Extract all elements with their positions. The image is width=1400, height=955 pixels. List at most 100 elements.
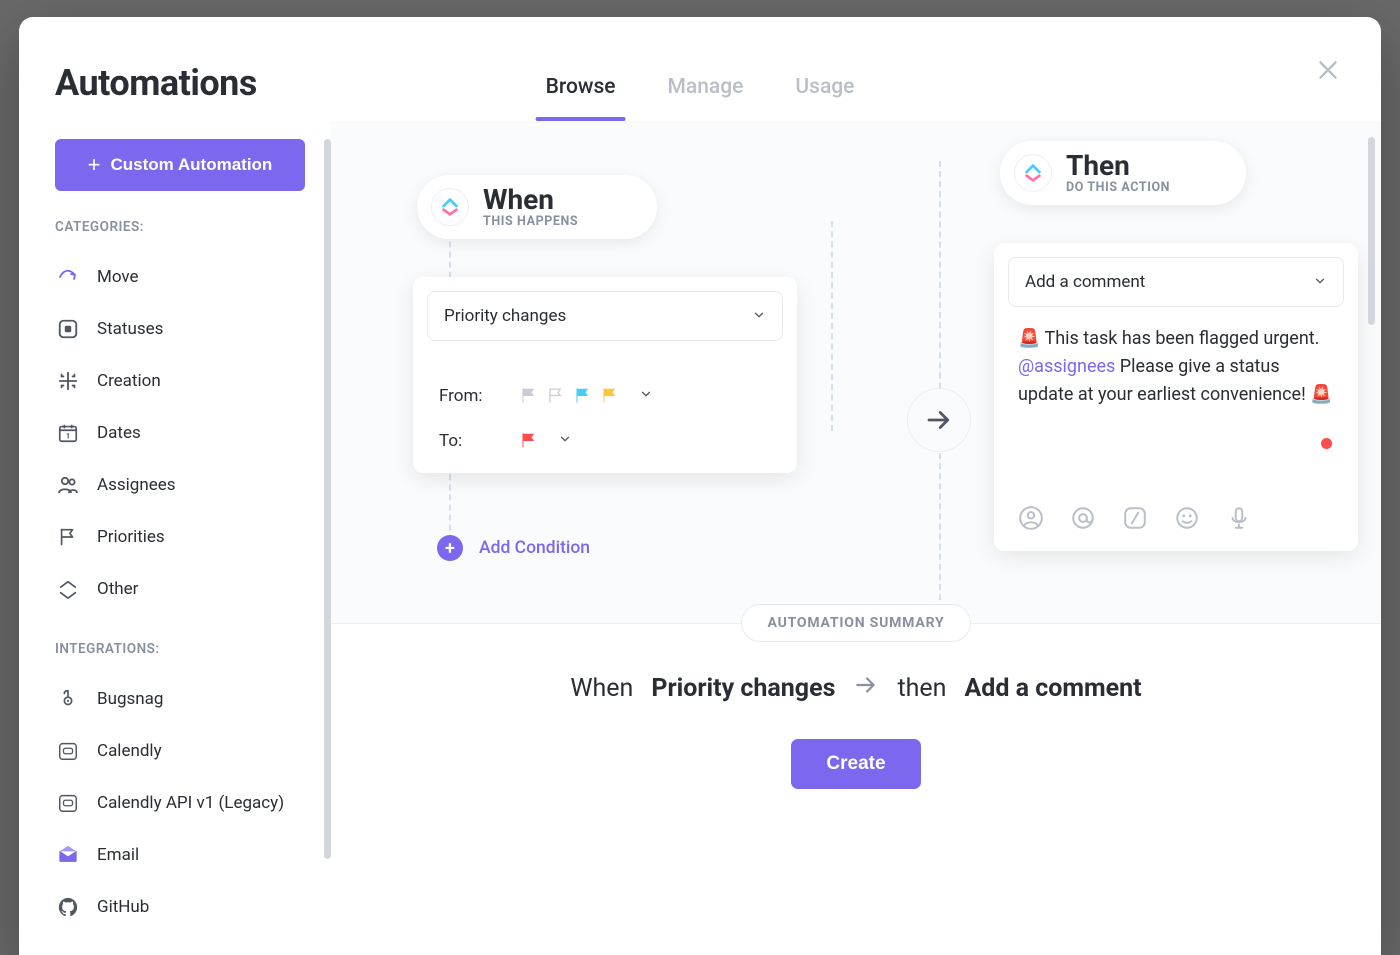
other-icon bbox=[55, 576, 81, 602]
summary-label: AUTOMATION SUMMARY bbox=[741, 604, 972, 642]
sidebar-item-label: Move bbox=[97, 267, 139, 287]
priorities-icon bbox=[55, 524, 81, 550]
comment-toolbar bbox=[994, 489, 1358, 551]
sidebar-item-github[interactable]: GitHub bbox=[55, 881, 307, 933]
action-select[interactable]: Add a comment bbox=[1008, 257, 1344, 307]
statuses-icon bbox=[55, 316, 81, 342]
connector-line bbox=[831, 221, 833, 431]
email-icon bbox=[55, 842, 81, 868]
add-condition-button[interactable]: + Add Condition bbox=[437, 535, 590, 561]
trigger-select[interactable]: Priority changes bbox=[427, 291, 783, 341]
mention-assignees: @assignees bbox=[1018, 356, 1115, 377]
sidebar[interactable]: + Custom Automation CATEGORIES: Move Sta… bbox=[19, 121, 331, 955]
bugsnag-icon bbox=[55, 686, 81, 712]
flag-high-icon bbox=[600, 385, 619, 406]
clickup-logo-icon bbox=[1014, 154, 1052, 192]
sidebar-item-label: Calendly API v1 (Legacy) bbox=[97, 793, 284, 813]
sidebar-item-assignees[interactable]: Assignees bbox=[55, 459, 307, 511]
integrations-heading: INTEGRATIONS: bbox=[55, 641, 307, 657]
sidebar-item-label: Dates bbox=[97, 423, 141, 443]
sidebar-item-calendly-legacy[interactable]: Calendly API v1 (Legacy) bbox=[55, 777, 307, 829]
mention-icon[interactable] bbox=[1068, 503, 1098, 533]
sidebar-item-move[interactable]: Move bbox=[55, 251, 307, 303]
sidebar-item-label: Assignees bbox=[97, 475, 176, 495]
creation-icon bbox=[55, 368, 81, 394]
summary-when-word: When bbox=[570, 674, 633, 703]
svg-text:1: 1 bbox=[66, 432, 70, 441]
add-condition-label: Add Condition bbox=[479, 538, 590, 558]
sidebar-item-label: Email bbox=[97, 845, 139, 865]
summary-sentence: When Priority changes then Add a comment bbox=[570, 672, 1141, 705]
sidebar-item-label: Bugsnag bbox=[97, 689, 163, 709]
trigger-label: Priority changes bbox=[444, 306, 566, 326]
chevron-down-icon bbox=[752, 307, 766, 326]
create-label: Create bbox=[826, 753, 885, 774]
when-pill: When THIS HAPPENS bbox=[417, 175, 657, 239]
then-subtitle: DO THIS ACTION bbox=[1066, 180, 1170, 195]
modal-header: Automations Browse Manage Usage bbox=[19, 17, 1381, 121]
chevron-down-icon bbox=[558, 431, 572, 450]
sidebar-item-email[interactable]: Email bbox=[55, 829, 307, 881]
sidebar-item-label: Priorities bbox=[97, 527, 165, 547]
chevron-down-icon bbox=[639, 386, 653, 405]
modal-title: Automations bbox=[55, 62, 257, 104]
sidebar-item-bugsnag[interactable]: Bugsnag bbox=[55, 673, 307, 725]
clickup-logo-icon bbox=[431, 188, 469, 226]
comment-text-prefix: 🚨 This task has been flagged urgent. bbox=[1018, 328, 1319, 349]
cursor-indicator bbox=[1321, 438, 1332, 449]
assignees-icon bbox=[55, 472, 81, 498]
plus-icon: + bbox=[88, 152, 101, 178]
sidebar-item-creation[interactable]: Creation bbox=[55, 355, 307, 407]
sidebar-item-label: Creation bbox=[97, 371, 161, 391]
when-subtitle: THIS HAPPENS bbox=[483, 214, 578, 229]
close-button[interactable] bbox=[1311, 53, 1345, 87]
automations-modal: Automations Browse Manage Usage + Custom… bbox=[19, 17, 1381, 955]
dates-icon: 1 bbox=[55, 420, 81, 446]
then-title: Then bbox=[1066, 151, 1170, 180]
comment-textarea[interactable]: 🚨 This task has been flagged urgent. @as… bbox=[994, 321, 1358, 489]
builder-scrollbar[interactable] bbox=[1368, 137, 1375, 325]
sidebar-item-label: GitHub bbox=[97, 897, 149, 917]
emoji-icon[interactable] bbox=[1172, 503, 1202, 533]
slash-command-icon[interactable] bbox=[1120, 503, 1150, 533]
sidebar-item-dates[interactable]: 1 Dates bbox=[55, 407, 307, 459]
from-row[interactable]: From: bbox=[439, 385, 771, 406]
custom-automation-label: Custom Automation bbox=[111, 155, 273, 175]
then-pill: Then DO THIS ACTION bbox=[1000, 141, 1246, 205]
plus-circle-icon: + bbox=[437, 535, 463, 561]
arrow-right-icon bbox=[853, 672, 879, 705]
sidebar-item-label: Calendly bbox=[97, 741, 162, 761]
categories-heading: CATEGORIES: bbox=[55, 219, 307, 235]
summary-then-bold: Add a comment bbox=[964, 674, 1141, 703]
tabs: Browse Manage Usage bbox=[542, 67, 859, 121]
sidebar-item-statuses[interactable]: Statuses bbox=[55, 303, 307, 355]
sidebar-item-other[interactable]: Other bbox=[55, 563, 307, 615]
summary-then-word: then bbox=[897, 674, 946, 703]
from-label: From: bbox=[439, 386, 499, 406]
tab-browse[interactable]: Browse bbox=[542, 67, 620, 121]
calendly-icon bbox=[55, 738, 81, 764]
tab-usage[interactable]: Usage bbox=[791, 67, 858, 121]
flow-arrow bbox=[907, 388, 971, 452]
when-card: Priority changes From: bbox=[413, 277, 797, 473]
custom-automation-button[interactable]: + Custom Automation bbox=[55, 139, 305, 191]
modal-body: + Custom Automation CATEGORIES: Move Sta… bbox=[19, 121, 1381, 955]
move-icon bbox=[55, 264, 81, 290]
sidebar-item-label: Other bbox=[97, 579, 138, 599]
flag-none-icon bbox=[519, 385, 538, 406]
action-label: Add a comment bbox=[1025, 272, 1145, 292]
to-row[interactable]: To: bbox=[439, 430, 771, 451]
assign-comment-icon[interactable] bbox=[1016, 503, 1046, 533]
create-button[interactable]: Create bbox=[791, 739, 921, 789]
to-label: To: bbox=[439, 431, 499, 451]
github-icon bbox=[55, 894, 81, 920]
flag-urgent-icon bbox=[519, 430, 538, 451]
builder-canvas: When THIS HAPPENS Priority changes From: bbox=[331, 121, 1381, 841]
then-card: Add a comment 🚨 This task has been flagg… bbox=[994, 243, 1358, 551]
automation-builder: When THIS HAPPENS Priority changes From: bbox=[331, 121, 1381, 955]
sidebar-item-calendly[interactable]: Calendly bbox=[55, 725, 307, 777]
record-audio-icon[interactable] bbox=[1224, 503, 1254, 533]
sidebar-item-label: Statuses bbox=[97, 319, 163, 339]
sidebar-item-priorities[interactable]: Priorities bbox=[55, 511, 307, 563]
tab-manage[interactable]: Manage bbox=[664, 67, 748, 121]
